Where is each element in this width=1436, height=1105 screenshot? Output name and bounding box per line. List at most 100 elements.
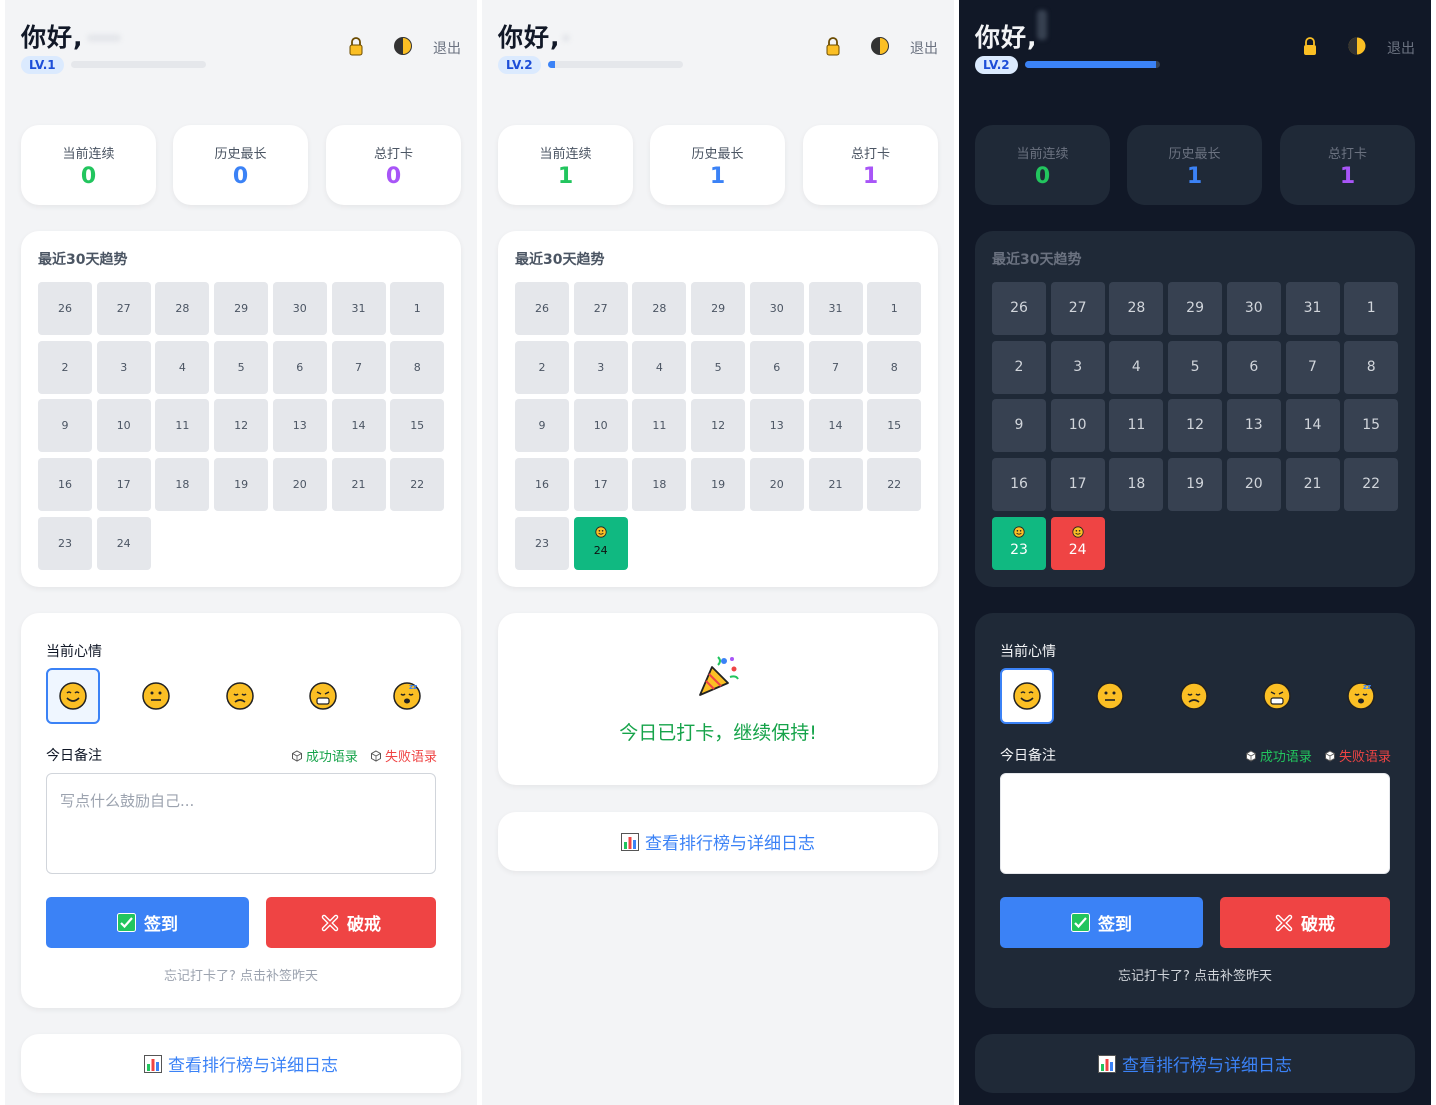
day-cell[interactable]: 2: [38, 340, 92, 394]
day-cell[interactable]: 15: [390, 399, 445, 453]
day-cell[interactable]: 6: [1226, 340, 1281, 394]
day-cell[interactable]: 8: [390, 340, 445, 394]
day-cell[interactable]: 4: [632, 340, 687, 394]
makeup-link[interactable]: 忘记打卡了? 点击补签昨天: [975, 965, 1415, 984]
day-cell[interactable]: 24: [573, 516, 628, 570]
day-cell[interactable]: 1: [1344, 282, 1399, 335]
day-cell[interactable]: 19: [691, 458, 746, 512]
logout-button[interactable]: 退出: [433, 38, 461, 58]
day-cell[interactable]: 28: [1109, 282, 1164, 335]
day-cell[interactable]: 22: [867, 458, 922, 512]
day-cell[interactable]: 14: [331, 399, 386, 453]
logout-button[interactable]: 退出: [1387, 38, 1415, 58]
day-cell[interactable]: 30: [749, 282, 804, 335]
day-cell[interactable]: 24: [96, 516, 151, 570]
day-cell[interactable]: 17: [1050, 458, 1105, 512]
day-cell[interactable]: 14: [1285, 399, 1340, 453]
day-cell[interactable]: 2: [992, 340, 1046, 394]
day-cell[interactable]: 23: [515, 516, 569, 570]
break-button[interactable]: 破戒: [266, 897, 436, 948]
day-cell[interactable]: 19: [1168, 458, 1223, 512]
break-button[interactable]: 破戒: [1220, 897, 1390, 948]
day-cell[interactable]: 26: [38, 282, 92, 335]
fail-lines-link[interactable]: 失败语录: [1324, 750, 1391, 765]
leaderboard-link[interactable]: 查看排行榜与详细日志: [975, 1034, 1415, 1093]
mood-pensive[interactable]: [213, 668, 267, 724]
day-cell[interactable]: 30: [1226, 282, 1281, 335]
day-cell[interactable]: 11: [1109, 399, 1164, 453]
mood-fearful[interactable]: [296, 668, 350, 724]
checkin-button[interactable]: 签到: [1000, 897, 1203, 948]
day-cell[interactable]: 20: [749, 458, 804, 512]
day-cell[interactable]: 20: [1226, 458, 1281, 512]
day-cell[interactable]: 29: [214, 282, 269, 335]
half-moon-icon[interactable]: [1347, 36, 1367, 56]
success-lines-link[interactable]: 成功语录: [1245, 750, 1312, 765]
day-cell[interactable]: 30: [272, 282, 327, 335]
day-cell[interactable]: 11: [155, 399, 210, 453]
day-cell[interactable]: 15: [1344, 399, 1399, 453]
fail-lines-link[interactable]: 失败语录: [370, 750, 437, 765]
half-moon-icon[interactable]: [393, 36, 413, 56]
day-cell[interactable]: 24: [1050, 516, 1105, 570]
day-cell[interactable]: 1: [867, 282, 922, 335]
day-cell[interactable]: 7: [331, 340, 386, 394]
day-cell[interactable]: 19: [214, 458, 269, 512]
logout-button[interactable]: 退出: [910, 38, 938, 58]
day-cell[interactable]: 31: [1285, 282, 1340, 335]
day-cell[interactable]: 7: [808, 340, 863, 394]
day-cell[interactable]: 29: [1168, 282, 1223, 335]
day-cell[interactable]: 7: [1285, 340, 1340, 394]
leaderboard-link[interactable]: 查看排行榜与详细日志: [21, 1034, 461, 1093]
day-cell[interactable]: 20: [272, 458, 327, 512]
day-cell[interactable]: 10: [1050, 399, 1105, 453]
day-cell[interactable]: 22: [390, 458, 445, 512]
day-cell[interactable]: 26: [515, 282, 569, 335]
note-textarea[interactable]: 写点什么鼓励自己...: [46, 773, 436, 874]
day-cell[interactable]: 27: [96, 282, 151, 335]
leaderboard-link[interactable]: 查看排行榜与详细日志: [498, 812, 938, 871]
day-cell[interactable]: 27: [1050, 282, 1105, 335]
day-cell[interactable]: 17: [96, 458, 151, 512]
mood-neutral[interactable]: [129, 668, 183, 724]
day-cell[interactable]: 1: [390, 282, 445, 335]
half-moon-icon[interactable]: [870, 36, 890, 56]
checkin-button[interactable]: 签到: [46, 897, 249, 948]
day-cell[interactable]: 4: [155, 340, 210, 394]
day-cell[interactable]: 21: [1285, 458, 1340, 512]
day-cell[interactable]: 5: [691, 340, 746, 394]
day-cell[interactable]: 12: [1168, 399, 1223, 453]
day-cell[interactable]: 13: [1226, 399, 1281, 453]
day-cell[interactable]: 29: [691, 282, 746, 335]
day-cell[interactable]: 22: [1344, 458, 1399, 512]
day-cell[interactable]: 16: [992, 458, 1046, 512]
day-cell[interactable]: 17: [573, 458, 628, 512]
day-cell[interactable]: 18: [632, 458, 687, 512]
day-cell[interactable]: 5: [1168, 340, 1223, 394]
day-cell[interactable]: 4: [1109, 340, 1164, 394]
day-cell[interactable]: 13: [272, 399, 327, 453]
day-cell[interactable]: 9: [515, 399, 569, 453]
mood-happy[interactable]: [46, 668, 100, 724]
day-cell[interactable]: 31: [331, 282, 386, 335]
success-lines-link[interactable]: 成功语录: [291, 750, 358, 765]
day-cell[interactable]: 9: [38, 399, 92, 453]
day-cell[interactable]: 3: [573, 340, 628, 394]
day-cell[interactable]: 28: [155, 282, 210, 335]
day-cell[interactable]: 12: [691, 399, 746, 453]
day-cell[interactable]: 13: [749, 399, 804, 453]
mood-neutral[interactable]: [1083, 668, 1137, 724]
note-textarea[interactable]: [1000, 773, 1390, 874]
day-cell[interactable]: 21: [331, 458, 386, 512]
day-cell[interactable]: 5: [214, 340, 269, 394]
day-cell[interactable]: 10: [96, 399, 151, 453]
day-cell[interactable]: 23: [38, 516, 92, 570]
day-cell[interactable]: 23: [992, 516, 1046, 570]
day-cell[interactable]: 6: [749, 340, 804, 394]
mood-sleepy[interactable]: zz: [1334, 668, 1388, 724]
mood-happy[interactable]: [1000, 668, 1054, 724]
day-cell[interactable]: 8: [867, 340, 922, 394]
day-cell[interactable]: 16: [38, 458, 92, 512]
day-cell[interactable]: 3: [1050, 340, 1105, 394]
day-cell[interactable]: 11: [632, 399, 687, 453]
